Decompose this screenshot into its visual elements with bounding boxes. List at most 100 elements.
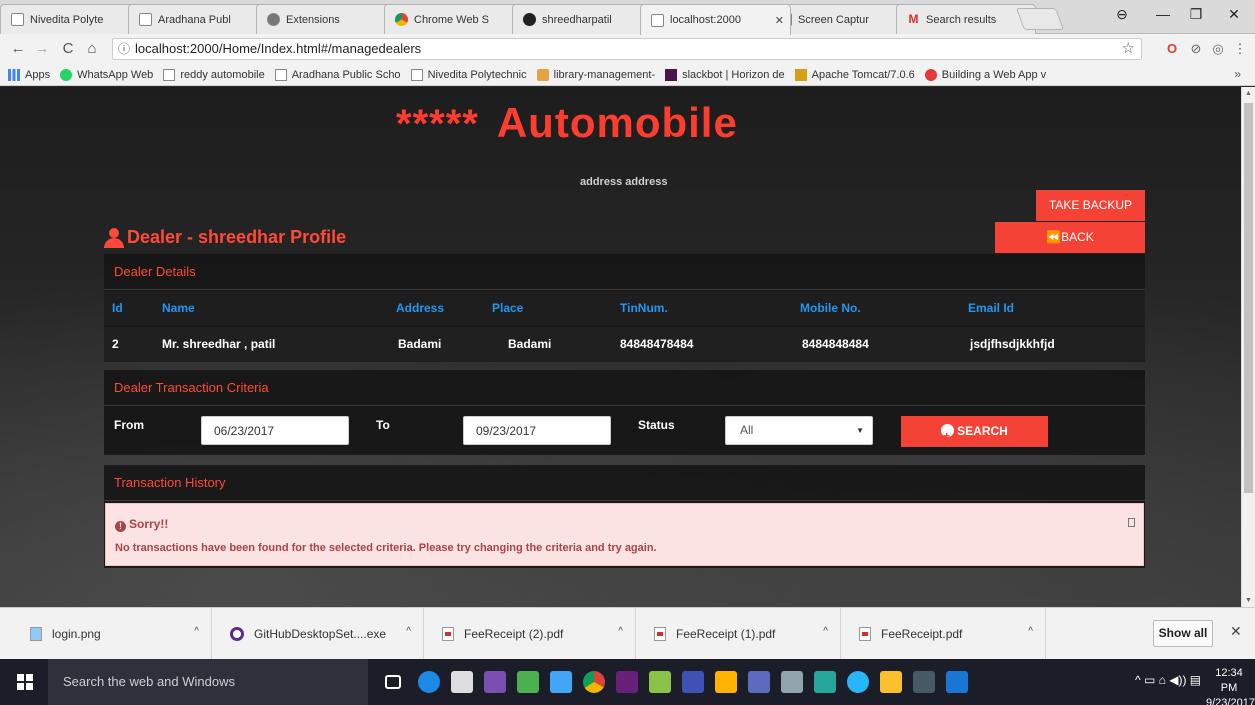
- bookmark-tomcat[interactable]: Apache Tomcat/7.0.6: [794, 68, 915, 81]
- block-icon[interactable]: ⊘: [1188, 41, 1204, 57]
- column-header: Address: [396, 301, 445, 315]
- chevron-up-icon[interactable]: ^: [194, 626, 199, 637]
- task-view-icon[interactable]: [385, 675, 401, 689]
- user-icon: [103, 227, 125, 248]
- terminal-icon[interactable]: [913, 671, 935, 693]
- system-tray[interactable]: ^ ▭ ⌂ ◀)) ▤: [1135, 673, 1201, 687]
- new-tab-button[interactable]: [1015, 8, 1065, 30]
- star-icon[interactable]: ☆: [1122, 39, 1135, 59]
- alert-message: No transactions have been found for the …: [115, 542, 657, 554]
- document-icon: [139, 13, 152, 26]
- opera-icon[interactable]: O: [1164, 41, 1180, 57]
- document-icon: [163, 68, 176, 81]
- taskbar-search[interactable]: Search the web and Windows: [48, 659, 368, 705]
- scroll-up-icon[interactable]: ▲: [1245, 90, 1252, 97]
- profile-icon[interactable]: ⊖: [1100, 0, 1144, 30]
- gmail-icon: M: [908, 12, 919, 26]
- bookmark-nivedita[interactable]: Nivedita Polytechnic: [410, 68, 527, 81]
- chevron-up-icon[interactable]: ^: [1028, 626, 1033, 637]
- browser-toolbar: ← → C ⌂ ⓘ localhost:2000/Home/Index.html…: [0, 34, 1255, 64]
- info-icon: ⓘ: [118, 42, 131, 56]
- tab-search-results[interactable]: MSearch results✕: [896, 4, 1036, 34]
- taskbar-clock[interactable]: 12:34 PM 9/23/2017: [1206, 666, 1255, 705]
- bookmark-slackbot[interactable]: slackbot | Horizon de: [665, 68, 785, 81]
- scroll-down-icon[interactable]: ▼: [1245, 597, 1252, 604]
- chevron-right-icon[interactable]: »: [1234, 67, 1241, 81]
- download-item[interactable]: FeeReceipt.pdf ^: [841, 608, 1046, 660]
- status-select[interactable]: All ▼: [725, 416, 873, 445]
- download-item[interactable]: FeeReceipt (1).pdf ^: [636, 608, 841, 660]
- app-icon[interactable]: [715, 671, 737, 693]
- forward-arrow-icon[interactable]: →: [32, 39, 52, 59]
- table-row: 2 Mr. shreedhar , patil Badami Badami 84…: [104, 327, 1145, 362]
- app-icon[interactable]: [814, 671, 836, 693]
- bookmark-aradhana[interactable]: Aradhana Public Scho: [274, 68, 401, 81]
- reload-icon[interactable]: C: [58, 39, 78, 59]
- visual-studio-icon[interactable]: [484, 671, 506, 693]
- tomcat-icon: [794, 68, 807, 81]
- search-button[interactable]: SEARCH: [901, 416, 1048, 452]
- app-icon[interactable]: [517, 671, 539, 693]
- scrollbar-thumb[interactable]: [1244, 103, 1253, 493]
- brand-title: ***** Automobile: [396, 99, 738, 146]
- chrome-icon[interactable]: [583, 671, 605, 693]
- bookmark-library[interactable]: library-management-: [536, 68, 655, 81]
- bookmark-reddy[interactable]: reddy automobile: [163, 68, 265, 81]
- file-explorer-icon[interactable]: [880, 671, 902, 693]
- column-header: Id: [112, 301, 123, 315]
- store-icon[interactable]: [451, 671, 473, 693]
- windows-start-icon[interactable]: [17, 674, 33, 690]
- close-icon[interactable]: ✕: [775, 14, 784, 27]
- table-cell: 2: [112, 337, 119, 351]
- from-label: From: [114, 418, 144, 432]
- page-title: Dealer - shreedhar Profile: [103, 227, 346, 248]
- app-icon[interactable]: [946, 671, 968, 693]
- download-item[interactable]: login.png ^: [0, 608, 212, 660]
- chevron-up-icon[interactable]: ^: [618, 626, 623, 637]
- camera-extension-icon[interactable]: ◎: [1210, 41, 1226, 57]
- close-window-button[interactable]: ✕: [1212, 0, 1255, 30]
- close-icon[interactable]: ✕: [1230, 623, 1242, 640]
- download-item[interactable]: GitHubDesktopSet....exe ^: [212, 608, 424, 660]
- url-text: localhost:2000/Home/Index.html#/managede…: [135, 41, 422, 56]
- bookmark-whatsapp[interactable]: WhatsApp Web: [60, 68, 153, 81]
- document-icon: [274, 68, 287, 81]
- chevron-up-icon[interactable]: ^: [823, 626, 828, 637]
- app-icon[interactable]: [550, 671, 572, 693]
- document-icon: [651, 13, 664, 27]
- home-icon[interactable]: ⌂: [82, 39, 102, 59]
- whatsapp-icon: [60, 68, 73, 81]
- menu-icon[interactable]: ⋮: [1232, 41, 1248, 57]
- edge-icon[interactable]: [418, 671, 440, 693]
- close-icon[interactable]: [1128, 518, 1135, 527]
- app-icon[interactable]: [781, 671, 803, 693]
- app-icon[interactable]: [682, 671, 704, 693]
- back-button[interactable]: ⏪BACK: [995, 222, 1145, 253]
- address-bar[interactable]: ⓘ localhost:2000/Home/Index.html#/manage…: [112, 38, 1142, 60]
- chevron-up-icon[interactable]: ^: [406, 626, 411, 637]
- alert-title: ! Sorry!!: [115, 517, 168, 532]
- page-scrollbar[interactable]: ▲ ▼: [1241, 87, 1255, 607]
- back-arrow-icon[interactable]: ←: [8, 39, 28, 59]
- table-cell: Badami: [508, 337, 552, 351]
- app-icon[interactable]: [649, 671, 671, 693]
- search-plus-icon: [941, 421, 955, 452]
- show-all-button[interactable]: Show all: [1153, 620, 1213, 647]
- library-icon: [536, 68, 549, 81]
- download-item[interactable]: FeeReceipt (2).pdf ^: [424, 608, 636, 660]
- column-header: TinNum.: [620, 301, 668, 315]
- vs-code-icon[interactable]: [616, 671, 638, 693]
- bookmark-building-web-app[interactable]: Building a Web App v: [924, 68, 1046, 81]
- panel-heading: Dealer Details: [104, 254, 1145, 290]
- bookmark-apps[interactable]: Apps: [8, 68, 50, 81]
- skype-icon[interactable]: [847, 671, 869, 693]
- tab-localhost[interactable]: localhost:2000 ✕: [640, 4, 791, 35]
- installer-icon: [230, 627, 244, 641]
- from-date-input[interactable]: [201, 416, 349, 445]
- apps-icon: [8, 68, 20, 81]
- app-icon[interactable]: [748, 671, 770, 693]
- to-date-input[interactable]: [463, 416, 611, 445]
- video-icon: [924, 68, 937, 81]
- github-icon: [523, 13, 536, 26]
- take-backup-button[interactable]: TAKE BACKUP: [1036, 190, 1145, 221]
